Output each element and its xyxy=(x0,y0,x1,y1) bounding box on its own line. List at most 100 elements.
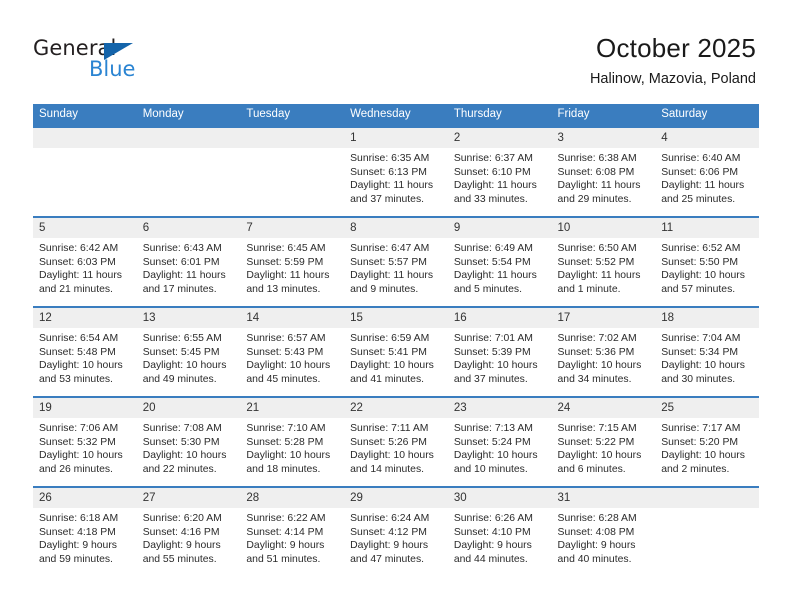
day-cell[interactable]: 9 Sunrise: 6:49 AM Sunset: 5:54 PM Dayli… xyxy=(447,216,552,307)
day-number: 23 xyxy=(447,398,552,418)
day-cell[interactable]: 3 Sunrise: 6:38 AM Sunset: 6:08 PM Dayli… xyxy=(551,126,656,217)
day-cell[interactable]: 23 Sunrise: 7:13 AM Sunset: 5:24 PM Dayl… xyxy=(447,396,552,487)
day-cell[interactable]: 18 Sunrise: 7:04 AM Sunset: 5:34 PM Dayl… xyxy=(655,306,759,397)
day-number: 20 xyxy=(136,398,241,418)
day-number: 16 xyxy=(447,308,552,328)
daylight-line-1: Daylight: 10 hours xyxy=(246,450,331,462)
day-cell[interactable]: 27 Sunrise: 6:20 AM Sunset: 4:16 PM Dayl… xyxy=(136,486,241,576)
day-cell[interactable]: 28 Sunrise: 6:22 AM Sunset: 4:14 PM Dayl… xyxy=(240,486,345,576)
day-cell[interactable] xyxy=(240,126,345,217)
sunset-line: Sunset: 5:28 PM xyxy=(246,436,324,448)
day-cell[interactable]: 31 Sunrise: 6:28 AM Sunset: 4:08 PM Dayl… xyxy=(551,486,656,576)
week-row: 26 Sunrise: 6:18 AM Sunset: 4:18 PM Dayl… xyxy=(33,486,759,576)
daylight-line-2: and 22 minutes. xyxy=(142,463,217,475)
daylight-line-1: Daylight: 9 hours xyxy=(39,540,117,552)
day-cell[interactable]: 11 Sunrise: 6:52 AM Sunset: 5:50 PM Dayl… xyxy=(655,216,759,307)
day-number: 11 xyxy=(655,218,759,238)
day-cell[interactable]: 8 Sunrise: 6:47 AM Sunset: 5:57 PM Dayli… xyxy=(344,216,448,307)
page-title: October 2025 xyxy=(596,33,756,63)
day-number: 15 xyxy=(344,308,448,328)
daylight-line-1: Daylight: 11 hours xyxy=(246,270,330,282)
daylight-line-2: and 40 minutes. xyxy=(557,553,632,565)
day-details: Sunrise: 7:01 AM Sunset: 5:39 PM Dayligh… xyxy=(448,328,552,386)
daylight-line-2: and 59 minutes. xyxy=(39,553,113,565)
day-cell[interactable]: 16 Sunrise: 7:01 AM Sunset: 5:39 PM Dayl… xyxy=(447,306,552,397)
sunset-line: Sunset: 5:32 PM xyxy=(39,436,116,448)
daylight-line-2: and 21 minutes. xyxy=(39,283,113,295)
sunset-line: Sunset: 5:24 PM xyxy=(453,436,531,448)
day-cell[interactable]: 17 Sunrise: 7:02 AM Sunset: 5:36 PM Dayl… xyxy=(551,306,656,397)
daylight-line-1: Daylight: 10 hours xyxy=(142,360,227,372)
day-cell[interactable]: 30 Sunrise: 6:26 AM Sunset: 4:10 PM Dayl… xyxy=(447,486,552,576)
day-cell[interactable]: 5 Sunrise: 6:42 AM Sunset: 6:03 PM Dayli… xyxy=(33,216,137,307)
day-cell[interactable]: 26 Sunrise: 6:18 AM Sunset: 4:18 PM Dayl… xyxy=(33,486,137,576)
daylight-line-1: Daylight: 10 hours xyxy=(350,450,434,462)
day-cell[interactable]: 1 Sunrise: 6:35 AM Sunset: 6:13 PM Dayli… xyxy=(344,126,448,217)
day-details: Sunrise: 7:02 AM Sunset: 5:36 PM Dayligh… xyxy=(552,328,656,386)
day-cell[interactable]: 22 Sunrise: 7:11 AM Sunset: 5:26 PM Dayl… xyxy=(344,396,448,487)
daylight-line-2: and 37 minutes. xyxy=(453,373,528,385)
day-cell[interactable]: 19 Sunrise: 7:06 AM Sunset: 5:32 PM Dayl… xyxy=(33,396,137,487)
weekday-header-monday: Monday xyxy=(136,104,241,127)
daylight-line-1: Daylight: 9 hours xyxy=(557,540,636,552)
day-cell[interactable]: 15 Sunrise: 6:59 AM Sunset: 5:41 PM Dayl… xyxy=(344,306,448,397)
day-cell[interactable]: 2 Sunrise: 6:37 AM Sunset: 6:10 PM Dayli… xyxy=(447,126,552,217)
day-cell[interactable]: 14 Sunrise: 6:57 AM Sunset: 5:43 PM Dayl… xyxy=(240,306,345,397)
day-cell[interactable]: 25 Sunrise: 7:17 AM Sunset: 5:20 PM Dayl… xyxy=(655,396,759,487)
day-cell[interactable] xyxy=(33,126,137,217)
sunrise-line: Sunrise: 6:57 AM xyxy=(246,333,326,344)
sunset-line: Sunset: 5:43 PM xyxy=(246,346,324,358)
day-cell[interactable]: 12 Sunrise: 6:54 AM Sunset: 5:48 PM Dayl… xyxy=(33,306,137,397)
day-number: 6 xyxy=(136,218,241,238)
day-number: 12 xyxy=(33,308,137,328)
day-number: 13 xyxy=(136,308,241,328)
sunrise-line: Sunrise: 6:49 AM xyxy=(453,243,533,254)
page-subtitle: Halinow, Mazovia, Poland xyxy=(589,71,756,87)
day-details: Sunrise: 6:50 AM Sunset: 5:52 PM Dayligh… xyxy=(552,238,656,296)
day-cell[interactable] xyxy=(655,486,759,576)
day-cell[interactable]: 13 Sunrise: 6:55 AM Sunset: 5:45 PM Dayl… xyxy=(136,306,241,397)
day-cell[interactable]: 6 Sunrise: 6:43 AM Sunset: 6:01 PM Dayli… xyxy=(136,216,241,307)
daylight-line-1: Daylight: 10 hours xyxy=(246,360,331,372)
sunrise-line: Sunrise: 6:37 AM xyxy=(453,153,533,164)
day-number: 2 xyxy=(447,128,552,148)
sunrise-line: Sunrise: 6:55 AM xyxy=(142,333,222,344)
day-details xyxy=(240,148,344,212)
day-number: 24 xyxy=(551,398,656,418)
weekday-header-wednesday: Wednesday xyxy=(344,104,448,127)
day-number: 5 xyxy=(33,218,137,238)
sunset-line: Sunset: 5:36 PM xyxy=(557,346,635,358)
sunrise-line: Sunrise: 6:52 AM xyxy=(661,243,741,254)
daylight-line-1: Daylight: 10 hours xyxy=(661,360,745,372)
daylight-line-1: Daylight: 11 hours xyxy=(39,270,122,282)
calendar-page: General Blue October 2025 Halinow, Mazov… xyxy=(0,0,792,612)
logo-word-blue: Blue xyxy=(89,57,136,81)
day-cell[interactable]: 7 Sunrise: 6:45 AM Sunset: 5:59 PM Dayli… xyxy=(240,216,345,307)
day-number: 17 xyxy=(551,308,656,328)
weekday-header-sunday: Sunday xyxy=(33,104,137,127)
day-cell[interactable] xyxy=(136,126,241,217)
day-number: 7 xyxy=(240,218,345,238)
sunset-line: Sunset: 5:20 PM xyxy=(661,436,739,448)
day-cell[interactable]: 10 Sunrise: 6:50 AM Sunset: 5:52 PM Dayl… xyxy=(551,216,656,307)
day-cell[interactable]: 20 Sunrise: 7:08 AM Sunset: 5:30 PM Dayl… xyxy=(136,396,241,487)
daylight-line-2: and 14 minutes. xyxy=(350,463,425,475)
day-cell[interactable]: 29 Sunrise: 6:24 AM Sunset: 4:12 PM Dayl… xyxy=(344,486,448,576)
daylight-line-1: Daylight: 10 hours xyxy=(350,360,434,372)
daylight-line-2: and 44 minutes. xyxy=(453,553,528,565)
day-number: 10 xyxy=(551,218,656,238)
day-number: 4 xyxy=(655,128,759,148)
daylight-line-1: Daylight: 10 hours xyxy=(142,450,227,462)
daylight-line-1: Daylight: 9 hours xyxy=(453,540,532,552)
day-cell[interactable]: 24 Sunrise: 7:15 AM Sunset: 5:22 PM Dayl… xyxy=(551,396,656,487)
sunrise-line: Sunrise: 6:38 AM xyxy=(557,153,637,164)
week-row: 1 Sunrise: 6:35 AM Sunset: 6:13 PM Dayli… xyxy=(33,126,759,217)
sunrise-line: Sunrise: 7:10 AM xyxy=(246,423,326,434)
day-number: 3 xyxy=(551,128,656,148)
daylight-line-1: Daylight: 11 hours xyxy=(142,270,226,282)
day-cell[interactable]: 21 Sunrise: 7:10 AM Sunset: 5:28 PM Dayl… xyxy=(240,396,345,487)
daylight-line-2: and 45 minutes. xyxy=(246,373,321,385)
day-cell[interactable]: 4 Sunrise: 6:40 AM Sunset: 6:06 PM Dayli… xyxy=(655,126,759,217)
general-blue-logo[interactable]: General Blue xyxy=(33,36,213,86)
daylight-line-1: Daylight: 10 hours xyxy=(661,450,745,462)
